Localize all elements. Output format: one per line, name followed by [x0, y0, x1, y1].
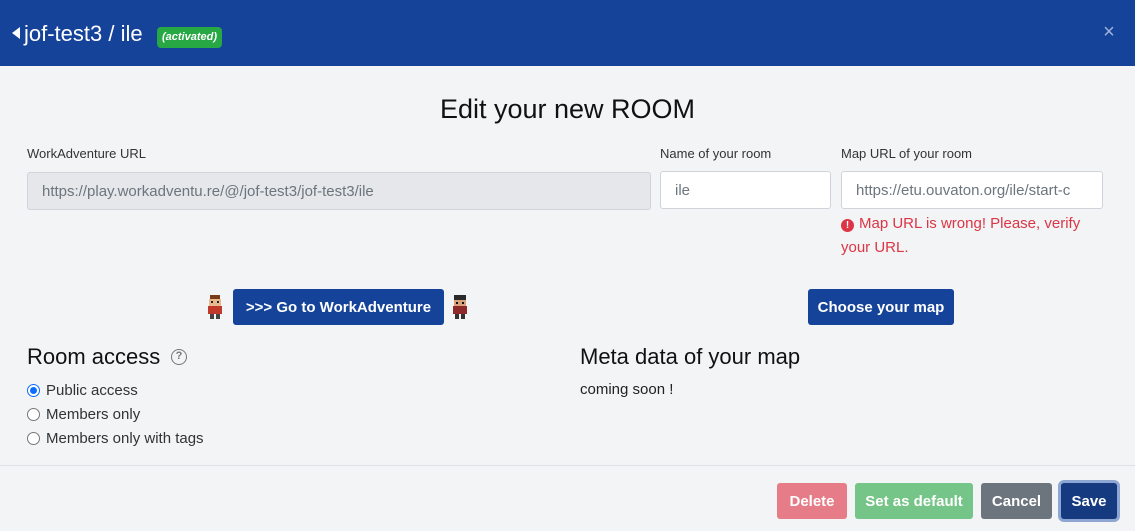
radio-members-only-with-tags[interactable]: Members only with tags — [27, 428, 204, 448]
map-url-error: ! Map URL is wrong! Please, verify your U… — [841, 212, 1111, 260]
room-name-input[interactable] — [660, 171, 831, 209]
avatar-left-icon — [208, 295, 222, 319]
radio-label: Public access — [46, 381, 138, 399]
header-title: jof-test3 / ile — [24, 21, 143, 46]
meta-data-text: coming soon ! — [580, 381, 674, 398]
cancel-button[interactable]: Cancel — [981, 483, 1052, 519]
modal-title: Edit your new ROOM — [439, 94, 696, 124]
set-as-default-button[interactable]: Set as default — [855, 483, 973, 519]
radio-button[interactable] — [27, 407, 40, 421]
radio-button[interactable] — [27, 431, 40, 445]
go-to-workadventure-button[interactable]: >>> Go to WorkAdventure — [233, 289, 444, 325]
map-url-label: Map URL of your room — [841, 146, 973, 161]
meta-data-title: Meta data of your map — [580, 344, 801, 369]
workadventure-url-input[interactable] — [27, 172, 651, 210]
radio-members-only[interactable]: Members only — [27, 404, 140, 424]
delete-button[interactable]: Delete — [777, 483, 847, 519]
radio-public-access[interactable]: Public access — [27, 380, 138, 400]
footer-divider — [0, 465, 1135, 466]
avatar-right-icon — [453, 295, 467, 319]
status-badge: (activated) — [157, 27, 223, 48]
error-icon: ! — [841, 219, 854, 232]
radio-label: Members only with tags — [46, 429, 204, 447]
back-arrow-icon[interactable] — [12, 27, 20, 39]
help-icon[interactable]: ? — [171, 349, 187, 365]
save-button[interactable]: Save — [1061, 483, 1117, 519]
room-access-title: Room access — [27, 344, 161, 369]
radio-label: Members only — [46, 405, 141, 423]
choose-map-button[interactable]: Choose your map — [808, 289, 954, 325]
close-icon[interactable]: × — [1100, 22, 1118, 42]
workadventure-url-label: WorkAdventure URL — [27, 146, 146, 161]
radio-button-checked[interactable] — [27, 383, 40, 397]
map-url-input[interactable] — [841, 171, 1103, 209]
modal-header: jof-test3 / ile (activated) × — [0, 0, 1135, 66]
room-name-label: Name of your room — [660, 146, 772, 161]
map-url-error-text: Map URL is wrong! Please, verify your UR… — [841, 215, 1081, 256]
